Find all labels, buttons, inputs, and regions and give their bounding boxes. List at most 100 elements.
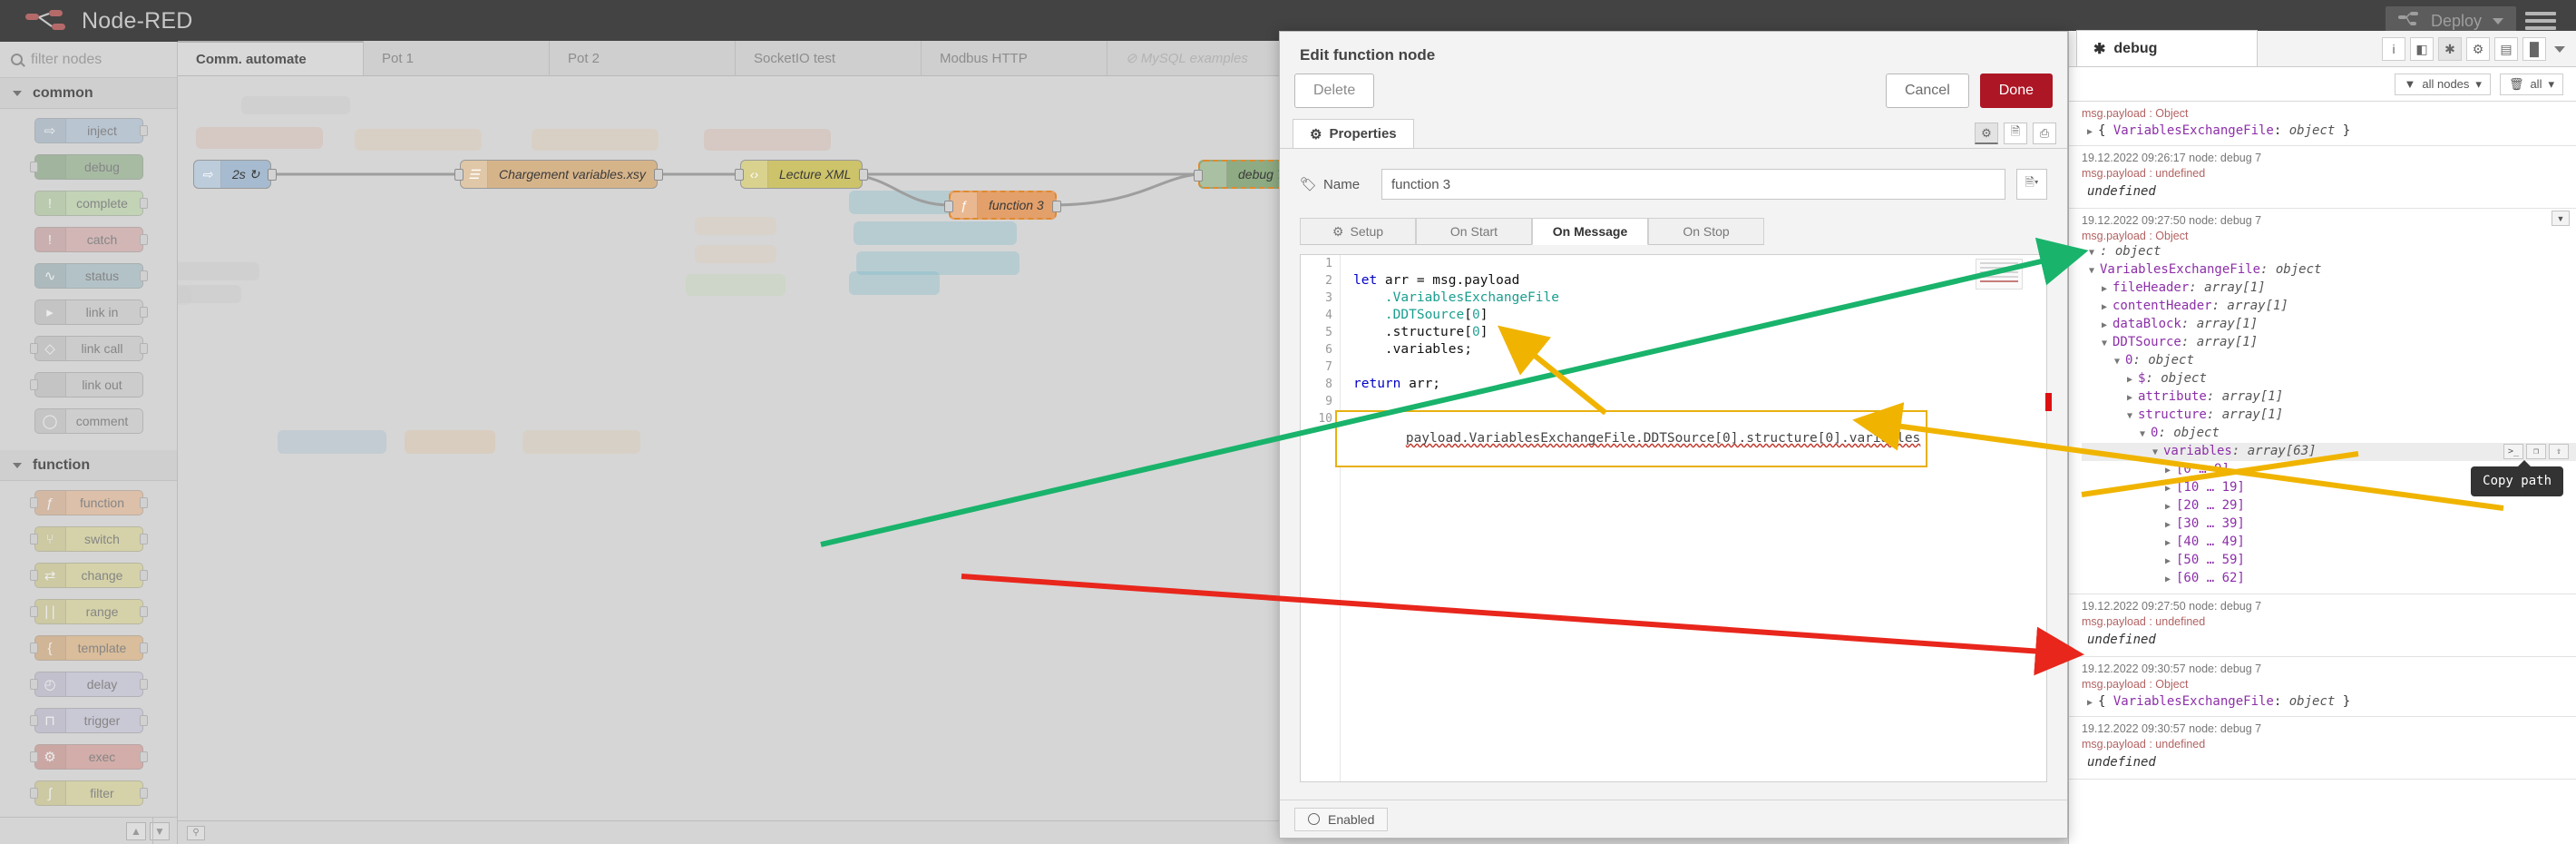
expand-caret-icon[interactable]: ▶ xyxy=(2165,480,2176,497)
palette-node-delay[interactable]: ◴ delay xyxy=(29,672,148,697)
debug-tree-row[interactable]: ▶ [40 … 49] xyxy=(2082,534,2576,552)
debug-message[interactable]: 19.12.2022 09:30:57 node: debug 7 msg.pay… xyxy=(2069,717,2576,780)
clear-messages-button[interactable]: 🗑 all ▾ xyxy=(2499,73,2563,95)
debug-message[interactable]: 19.12.2022 09:27:50 node: debug 7 msg.pay… xyxy=(2069,594,2576,657)
debug-tree-row[interactable]: ▶ [30 … 39] xyxy=(2082,515,2576,534)
filter-nodes-button[interactable]: ▼ all nodes ▾ xyxy=(2395,73,2491,95)
node-input-port[interactable] xyxy=(29,379,38,390)
node-output-port[interactable] xyxy=(139,198,148,209)
node-output-port[interactable] xyxy=(653,169,663,181)
node-output-port[interactable] xyxy=(859,169,869,181)
node-output-port[interactable] xyxy=(139,715,148,726)
tab-properties[interactable]: ⚙ Properties xyxy=(1293,119,1414,148)
node-output-port[interactable] xyxy=(139,497,148,508)
expand-caret-icon[interactable]: ▼ xyxy=(2127,407,2138,425)
code-tab-on-message[interactable]: On Message xyxy=(1532,218,1648,245)
debug-message[interactable]: 19.12.2022 09:26:17 node: debug 7 msg.pay… xyxy=(2069,146,2576,209)
debug-message-value[interactable]: ▶{ VariablesExchangeFile: object } xyxy=(2082,692,2576,711)
chevron-down-icon[interactable] xyxy=(2493,17,2503,25)
node-input-port[interactable] xyxy=(1194,170,1203,182)
debug-tree-row[interactable]: ▼ 0: object xyxy=(2082,352,2576,370)
expand-caret-icon[interactable]: ▶ xyxy=(2102,299,2113,316)
palette-node-function[interactable]: ƒ function xyxy=(29,490,148,515)
palette-node-status[interactable]: ∿ status xyxy=(34,263,148,289)
flow-tab-mysql-examples[interactable]: ⊘ MySQL examples xyxy=(1107,41,1293,75)
hamburger-menu-icon[interactable] xyxy=(2525,12,2556,30)
expand-caret-icon[interactable]: ▼ xyxy=(2114,353,2125,370)
node-output-port[interactable] xyxy=(139,125,148,136)
node-input-port[interactable] xyxy=(29,606,38,617)
palette-node-comment[interactable]: ◯ comment xyxy=(34,408,143,434)
node-output-port[interactable] xyxy=(139,606,148,617)
enabled-toggle[interactable]: Enabled xyxy=(1294,807,1389,831)
flow-tab-pot-1[interactable]: Pot 1 xyxy=(364,41,550,75)
expand-caret-icon[interactable]: ▼ xyxy=(2089,262,2100,280)
node-input-port[interactable] xyxy=(29,162,38,172)
debug-tree-row[interactable]: ▼ variables: array[63] >_ ❐ ⇧ Copy path xyxy=(2082,443,2576,496)
palette-node-debug[interactable]: debug xyxy=(29,154,143,180)
done-button[interactable]: Done xyxy=(1979,74,2053,108)
autocomplete-suggestion[interactable]: payload.VariablesExchangeFile.DDTSource[… xyxy=(1335,410,1928,467)
chevron-down-icon[interactable] xyxy=(2554,45,2565,53)
palette-category-function[interactable]: function xyxy=(0,450,177,481)
palette-search[interactable]: filter nodes xyxy=(0,42,177,78)
palette-node-change[interactable]: ⇄ change xyxy=(29,563,148,588)
debug-tree-row[interactable]: ▶ [50 … 59] xyxy=(2082,552,2576,570)
expand-caret-icon[interactable]: ▶ xyxy=(2165,571,2176,588)
copy-value-icon[interactable]: ❐ xyxy=(2526,444,2546,459)
message-menu-icon[interactable]: ▼ xyxy=(2552,211,2570,226)
help-icon[interactable]: ◧ xyxy=(2410,37,2434,61)
node-output-port[interactable] xyxy=(139,788,148,799)
palette-node-link-call[interactable]: ◇ link call xyxy=(29,336,148,361)
node-output-port[interactable] xyxy=(139,751,148,762)
dashboard-icon[interactable]: █ xyxy=(2522,37,2546,61)
collapse-all-icon[interactable]: ▲ xyxy=(126,821,146,840)
node-output-port[interactable] xyxy=(139,534,148,545)
flow-node-function-3[interactable]: ƒ function 3 xyxy=(944,191,1061,220)
node-output-port[interactable] xyxy=(139,343,148,354)
node-input-port[interactable] xyxy=(29,643,38,653)
node-output-port[interactable] xyxy=(139,570,148,581)
node-input-port[interactable] xyxy=(29,679,38,690)
node-output-port[interactable] xyxy=(139,679,148,690)
debug-tree-row[interactable]: ▼ structure: array[1] xyxy=(2082,407,2576,425)
code-tab-on-start[interactable]: On Start xyxy=(1416,218,1532,245)
node-input-port[interactable] xyxy=(944,201,953,212)
debug-tree-row[interactable]: ▶ [60 … 62] xyxy=(2082,570,2576,588)
flow-tab-modbus-http[interactable]: Modbus HTTP xyxy=(922,41,1107,75)
node-input-port[interactable] xyxy=(29,497,38,508)
debug-tree-row[interactable]: ▼ DDTSource: array[1] xyxy=(2082,334,2576,352)
debug-tree-row[interactable]: ▶ [20 … 29] xyxy=(2082,497,2576,515)
palette-node-inject[interactable]: ⇨ inject xyxy=(34,118,148,143)
node-input-port[interactable] xyxy=(29,570,38,581)
palette-node-switch[interactable]: ⑂ switch xyxy=(29,526,148,552)
palette-category-common[interactable]: common xyxy=(0,78,177,109)
bug-icon[interactable]: ✱ xyxy=(2438,37,2462,61)
expand-caret-icon[interactable]: ▶ xyxy=(2102,280,2113,298)
flow-tab-pot-2[interactable]: Pot 2 xyxy=(550,41,736,75)
expand-caret-icon[interactable]: ▶ xyxy=(2165,535,2176,552)
expand-caret-icon[interactable]: ▶ xyxy=(2165,462,2176,479)
context-icon[interactable]: ▤ xyxy=(2494,37,2518,61)
flow-node-chargement-variables-xsy[interactable]: ☰ Chargement variables.xsy xyxy=(454,160,663,189)
flow-tab-socketio-test[interactable]: SocketIO test xyxy=(736,41,922,75)
appearance-icon[interactable]: ⎙ xyxy=(2033,123,2056,144)
debug-tree-row[interactable]: ▶ dataBlock: array[1] xyxy=(2082,316,2576,334)
expand-caret-icon[interactable]: ▶ xyxy=(2127,371,2138,388)
expand-caret-icon[interactable]: ▶ xyxy=(2087,698,2098,708)
node-input-port[interactable] xyxy=(29,715,38,726)
history-dropdown-icon[interactable]: 🗎▾ xyxy=(2016,169,2047,200)
palette-node-trigger[interactable]: ⊓ trigger xyxy=(29,708,148,733)
cancel-button[interactable]: Cancel xyxy=(1885,74,1969,108)
debug-tree-row[interactable]: ▼: object xyxy=(2082,243,2576,261)
palette-node-catch[interactable]: ! catch xyxy=(34,227,148,252)
expand-caret-icon[interactable]: ▶ xyxy=(2165,553,2176,570)
info-icon[interactable]: i xyxy=(2382,37,2405,61)
debug-tree-row[interactable]: ▶ attribute: array[1] xyxy=(2082,388,2576,407)
code-area[interactable]: let arr = msg.payload .VariablesExchange… xyxy=(1341,255,2046,781)
debug-message[interactable]: msg.payload : Object ▶{ VariablesExchange… xyxy=(2069,103,2576,146)
palette-node-template[interactable]: {template xyxy=(29,635,148,661)
code-tab-on-stop[interactable]: On Stop xyxy=(1648,218,1764,245)
node-output-port[interactable] xyxy=(139,234,148,245)
config-icon[interactable]: ⚙ xyxy=(2466,37,2490,61)
